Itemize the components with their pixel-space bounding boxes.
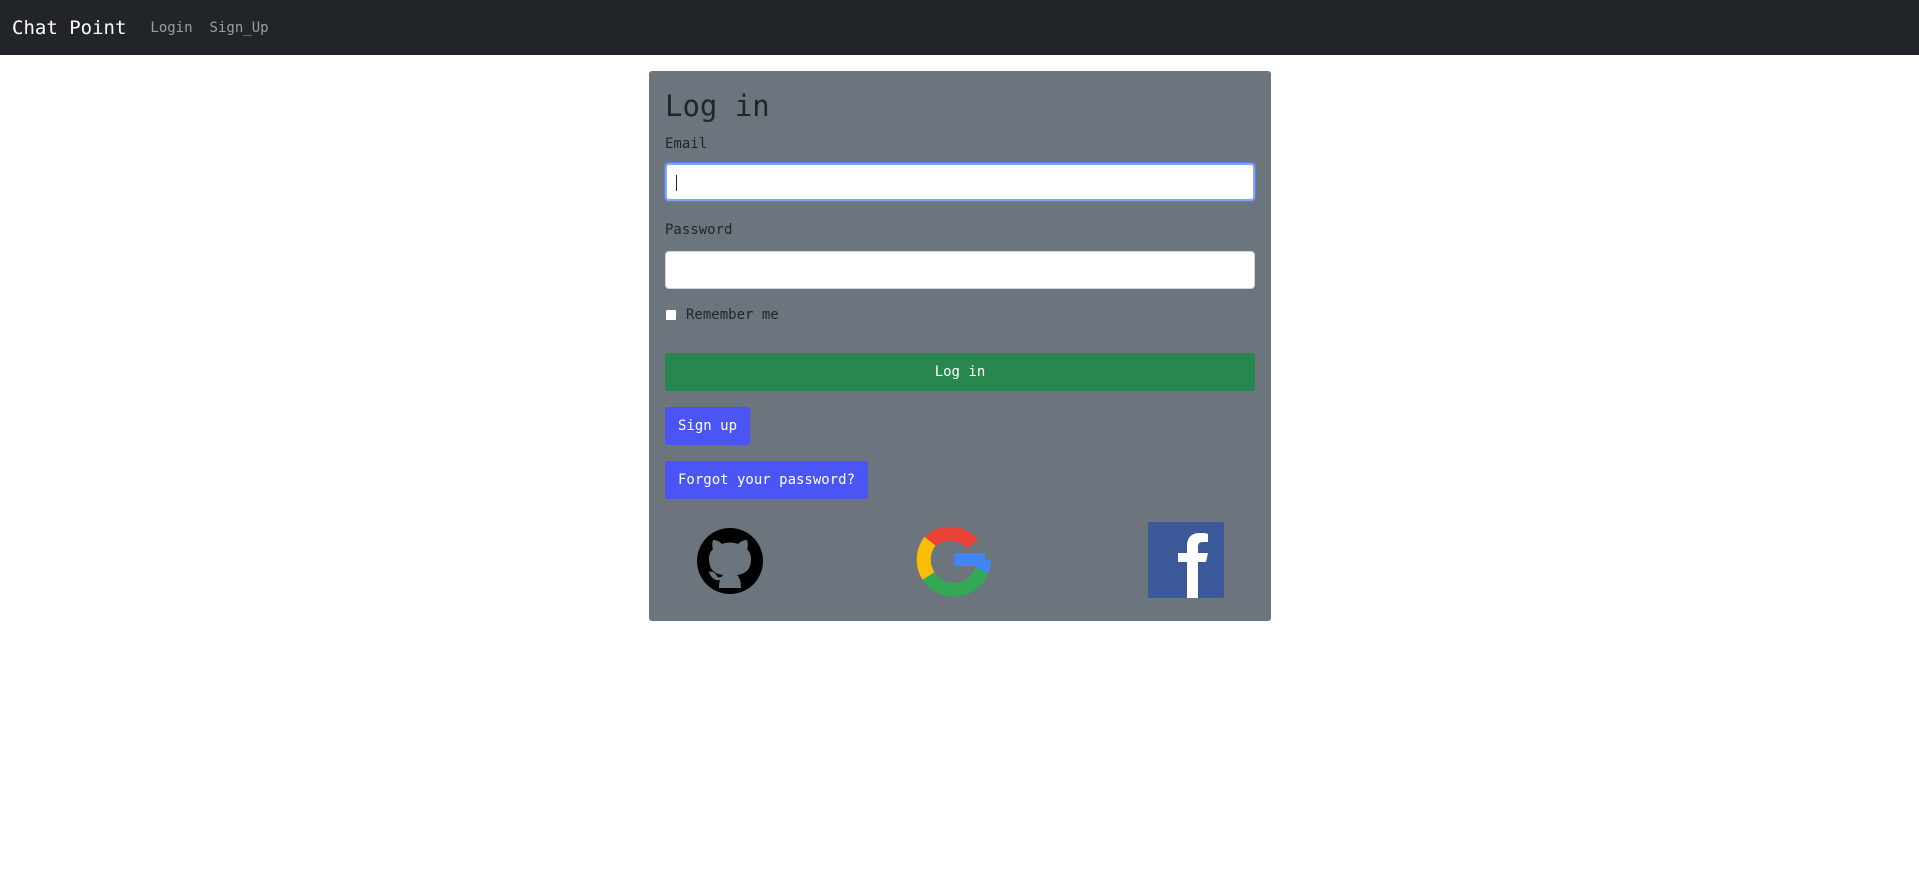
sign-up-button[interactable]: Sign up (665, 407, 751, 445)
facebook-login-link[interactable] (1148, 522, 1224, 598)
navbar: Chat Point Login Sign_Up (0, 0, 1919, 55)
github-login-link[interactable] (692, 522, 768, 598)
email-input[interactable] (665, 163, 1255, 201)
email-label: Email (665, 136, 708, 152)
github-icon (697, 528, 763, 594)
password-label: Password (665, 222, 733, 238)
login-button[interactable]: Log in (665, 353, 1255, 391)
nav-link-login[interactable]: Login (150, 20, 192, 36)
remember-me-checkbox[interactable] (665, 309, 677, 321)
nav-link-sign-up[interactable]: Sign_Up (210, 20, 269, 36)
page-title: Log in (665, 89, 770, 123)
google-icon (916, 526, 991, 597)
password-input[interactable] (665, 251, 1255, 289)
remember-me-label[interactable]: Remember me (686, 307, 779, 323)
google-login-link[interactable] (916, 522, 992, 598)
remember-me-row: Remember me (665, 307, 779, 323)
brand-link[interactable]: Chat Point (12, 17, 126, 39)
text-caret (676, 175, 677, 191)
login-card: Log in Email Password Remember me Log in… (649, 71, 1271, 621)
forgot-password-button[interactable]: Forgot your password? (665, 461, 869, 499)
facebook-icon (1148, 522, 1224, 598)
